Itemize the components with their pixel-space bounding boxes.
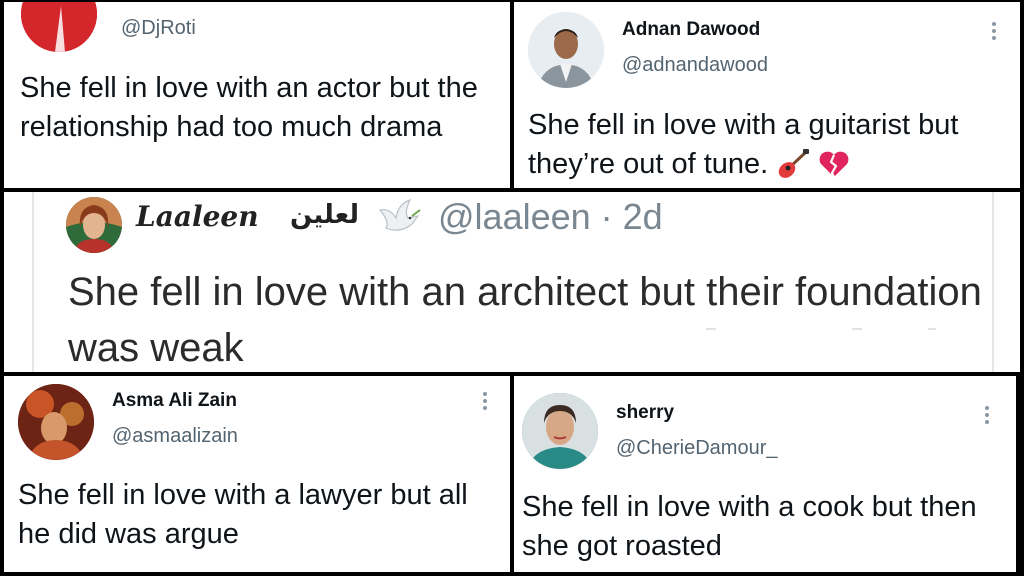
tweet-card-djroti[interactable]: @DjRoti She fell in love with an actor b… bbox=[4, 2, 510, 188]
tweet-card-cheriedamour[interactable]: sherry @CherieDamour_ She fell in love w… bbox=[514, 376, 1016, 572]
display-name[interactable]: Laaleen bbox=[136, 200, 259, 233]
tweet-card-asmaalizain[interactable]: Asma Ali Zain @asmaalizain She fell in l… bbox=[4, 376, 510, 572]
divider bbox=[928, 328, 936, 330]
user-handle[interactable]: @laaleen · 2d bbox=[438, 196, 663, 238]
more-options-icon[interactable] bbox=[984, 406, 990, 427]
tweet-card-adnandawood[interactable]: Adnan Dawood @adnandawood She fell in lo… bbox=[514, 2, 1020, 188]
tweet-text: She fell in love with a lawyer but all h… bbox=[18, 479, 468, 550]
broken-heart-emoji bbox=[818, 148, 850, 180]
tweet-text: She fell in love with a guitarist but th… bbox=[528, 109, 959, 180]
avatar[interactable] bbox=[528, 12, 604, 88]
avatar[interactable] bbox=[21, 2, 97, 52]
avatar[interactable] bbox=[66, 197, 122, 253]
tweet-text: She fell in love with a cook but then sh… bbox=[522, 491, 977, 562]
tweet-time: · 2d bbox=[600, 196, 663, 237]
divider bbox=[852, 328, 862, 330]
display-name[interactable]: Adnan Dawood bbox=[622, 19, 760, 41]
user-handle[interactable]: @asmaalizain bbox=[112, 425, 238, 448]
avatar[interactable] bbox=[522, 393, 598, 469]
more-options-icon[interactable] bbox=[482, 392, 488, 413]
avatar[interactable] bbox=[18, 384, 94, 460]
user-handle[interactable]: @adnandawood bbox=[622, 54, 768, 77]
dove-emoji bbox=[374, 196, 422, 242]
tweet-card-laaleen[interactable]: Laaleen لعلین @laaleen · 2d She fell in … bbox=[4, 192, 1020, 372]
display-name-urdu[interactable]: لعلین bbox=[290, 200, 359, 230]
display-name[interactable]: sherry bbox=[616, 402, 674, 424]
guitar-emoji bbox=[776, 148, 810, 180]
user-handle[interactable]: @CherieDamour_ bbox=[616, 437, 777, 460]
more-options-icon[interactable] bbox=[991, 22, 997, 43]
tweet-text: She fell in love with an architect but t… bbox=[68, 270, 982, 370]
tweet-text: She fell in love with an actor but the r… bbox=[20, 72, 478, 143]
display-name[interactable]: Asma Ali Zain bbox=[112, 390, 237, 412]
divider bbox=[706, 328, 716, 330]
user-handle[interactable]: @DjRoti bbox=[121, 17, 196, 40]
